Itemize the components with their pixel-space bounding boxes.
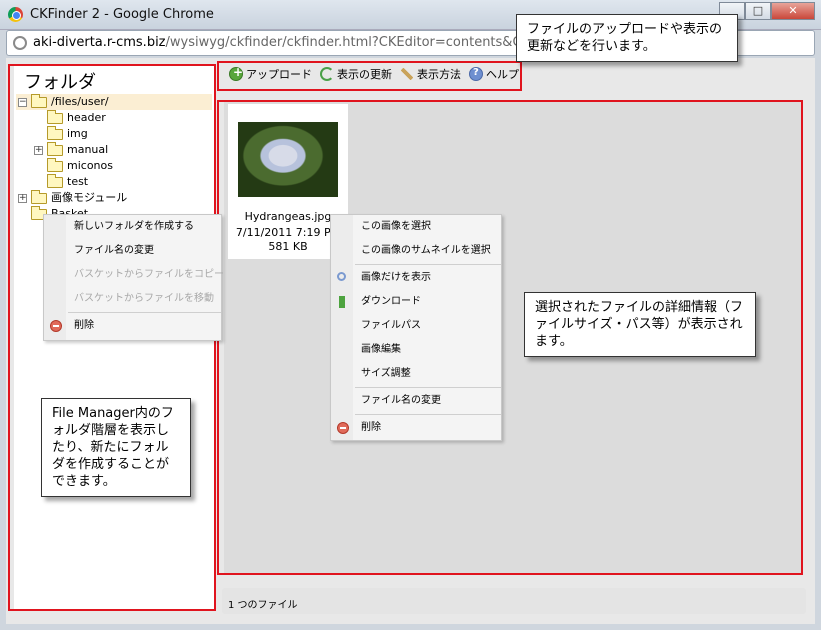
download-label: ダウンロード bbox=[361, 296, 421, 307]
url-text: aki-diverta.r-cms.biz/wysiwyg/ckfinder/c… bbox=[33, 35, 533, 50]
details-callout: 選択されたファイルの詳細情報（ファイルサイズ・パス等）が表示されます。 bbox=[524, 292, 756, 357]
folder-tree-label: img bbox=[67, 127, 88, 140]
folder-icon bbox=[47, 174, 63, 188]
view-image-label: 画像だけを表示 bbox=[361, 272, 431, 283]
help-button[interactable]: ヘルプ bbox=[469, 66, 519, 82]
folder-panel-title: フォルダ bbox=[24, 72, 96, 93]
refresh-label: 表示の更新 bbox=[337, 68, 392, 81]
delete-folder-item[interactable]: 削除 bbox=[44, 314, 221, 338]
status-bar: 1 つのファイル bbox=[222, 588, 806, 614]
folder-tree-item[interactable]: + manual bbox=[16, 142, 212, 158]
delete-icon bbox=[50, 320, 62, 332]
edit-image-item[interactable]: 画像編集 bbox=[331, 338, 501, 362]
refresh-icon bbox=[320, 67, 334, 81]
folder-icon bbox=[31, 94, 47, 108]
thumbnail-image bbox=[238, 122, 338, 197]
move-from-basket-item[interactable]: バスケットからファイルを移動 bbox=[44, 287, 221, 311]
delete-icon bbox=[337, 422, 349, 434]
folder-tree-label: header bbox=[67, 111, 106, 124]
help-icon bbox=[469, 67, 483, 81]
status-text: 1 つのファイル bbox=[228, 600, 298, 611]
folder-context-menu: 新しいフォルダを作成する ファイル名の変更 バスケットからファイルをコピー バス… bbox=[43, 214, 224, 341]
help-label: ヘルプ bbox=[486, 68, 519, 81]
select-image-item[interactable]: この画像を選択 bbox=[331, 215, 501, 239]
expand-toggle-icon[interactable]: + bbox=[34, 146, 43, 155]
view-label: 表示方法 bbox=[417, 68, 461, 81]
new-folder-item[interactable]: 新しいフォルダを作成する bbox=[44, 215, 221, 239]
folder-icon bbox=[31, 190, 47, 204]
download-arrow-icon bbox=[339, 296, 345, 308]
folder-tree-item[interactable]: header bbox=[16, 110, 212, 126]
folder-tree-item[interactable]: img bbox=[16, 126, 212, 142]
folders-callout: File Manager内のフォルダ階層を表示したり、新たにフォルダを作成するこ… bbox=[41, 398, 191, 497]
url-host: aki-diverta.r-cms.biz bbox=[33, 35, 166, 50]
globe-icon bbox=[13, 36, 27, 50]
file-path-item[interactable]: ファイルパス bbox=[331, 314, 501, 338]
rename-file-item[interactable]: ファイル名の変更 bbox=[331, 389, 501, 413]
file-context-menu: この画像を選択 この画像のサムネイルを選択 画像だけを表示 ダウンロード ファイ… bbox=[330, 214, 502, 441]
ckfinder-app: フォルダ − /files/user/header img + manual micono… bbox=[6, 14, 815, 624]
folder-tree-label: /files/user/ bbox=[51, 95, 109, 108]
folder-tree-item[interactable]: + 画像モジュール bbox=[16, 190, 212, 206]
upload-button[interactable]: アップロード bbox=[229, 65, 312, 82]
download-item[interactable]: ダウンロード bbox=[331, 290, 501, 314]
upload-label: アップロード bbox=[246, 68, 312, 81]
folder-icon bbox=[47, 110, 63, 124]
folder-tree-label: test bbox=[67, 175, 89, 188]
view-settings-button[interactable]: 表示方法 bbox=[400, 66, 461, 82]
folder-tree-label: miconos bbox=[67, 159, 113, 172]
folder-tree-label: 画像モジュール bbox=[51, 191, 128, 204]
window-title: CKFinder 2 - Google Chrome bbox=[30, 7, 214, 22]
folder-icon bbox=[47, 126, 63, 140]
delete-file-label: 削除 bbox=[361, 422, 381, 433]
folder-icon bbox=[47, 158, 63, 172]
expand-toggle-icon[interactable]: + bbox=[18, 194, 27, 203]
wrench-icon bbox=[400, 67, 414, 81]
delete-file-item[interactable]: 削除 bbox=[331, 416, 501, 440]
folder-tree-item[interactable]: − /files/user/ bbox=[16, 94, 212, 110]
folder-icon bbox=[47, 142, 63, 156]
copy-from-basket-item[interactable]: バスケットからファイルをコピー bbox=[44, 263, 224, 287]
chrome-logo-icon bbox=[8, 7, 23, 22]
folder-tree-item[interactable]: test bbox=[16, 174, 212, 190]
refresh-button[interactable]: 表示の更新 bbox=[320, 66, 392, 82]
magnifier-icon bbox=[337, 272, 346, 281]
toolbar-callout: ファイルのアップロードや表示の更新などを行います。 bbox=[516, 14, 738, 62]
upload-icon bbox=[229, 65, 243, 81]
rename-folder-item[interactable]: ファイル名の変更 bbox=[44, 239, 221, 263]
folder-tree-item[interactable]: miconos bbox=[16, 158, 212, 174]
folder-tree: − /files/user/header img + manual miconos test… bbox=[16, 94, 212, 222]
close-button[interactable]: ✕ bbox=[771, 2, 815, 20]
resize-item[interactable]: サイズ調整 bbox=[331, 362, 501, 386]
collapse-toggle-icon[interactable]: − bbox=[18, 98, 27, 107]
delete-folder-label: 削除 bbox=[74, 320, 94, 331]
folder-tree-label: manual bbox=[67, 143, 109, 156]
toolbar: アップロード 表示の更新 表示方法 ヘルプ bbox=[221, 60, 519, 88]
maximize-button[interactable]: □ bbox=[745, 2, 771, 20]
select-thumbnail-item[interactable]: この画像のサムネイルを選択 bbox=[331, 239, 501, 263]
view-image-item[interactable]: 画像だけを表示 bbox=[331, 266, 501, 290]
url-path: /wysiwyg/ckfinder/ckfinder.html?CKEditor… bbox=[165, 35, 533, 50]
